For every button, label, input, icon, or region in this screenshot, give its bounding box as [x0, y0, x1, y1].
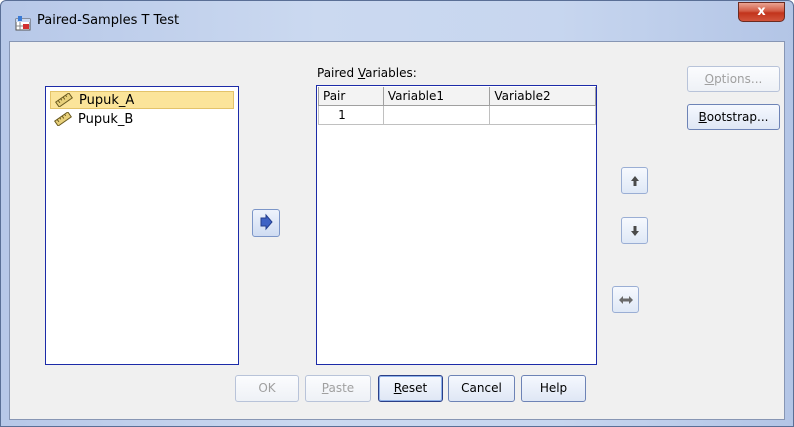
dialog-body: Pupuk_A Pupuk_B Paired Variables: Pair V…: [9, 41, 785, 420]
move-right-arrow-icon: [260, 213, 273, 231]
column-header-variable1: Variable1: [382, 87, 491, 106]
column-header-variable2: Variable2: [489, 87, 596, 106]
up-arrow-icon: [630, 175, 639, 186]
spss-app-icon: [15, 15, 31, 31]
pairs-grid: Pair Variable1 Variable2 1: [318, 87, 596, 125]
scale-variable-icon: [54, 111, 72, 127]
move-up-button[interactable]: [621, 167, 648, 194]
variable-item-pupuk-a[interactable]: Pupuk_A: [50, 91, 234, 109]
close-icon: x: [757, 4, 766, 19]
dialog-window: Paired-Samples T Test x Pupuk_A Pupuk_B …: [0, 0, 794, 427]
move-down-button[interactable]: [621, 217, 648, 244]
variable-label: Pupuk_B: [78, 112, 134, 127]
cancel-button[interactable]: Cancel: [448, 375, 515, 402]
scale-variable-icon: [55, 92, 73, 108]
swap-horizontal-icon: [618, 295, 633, 304]
paired-variables-label: Paired Variables:: [317, 66, 417, 80]
reset-button[interactable]: Reset: [378, 375, 443, 402]
column-header-pair: Pair: [318, 87, 384, 106]
paired-variables-table[interactable]: Pair Variable1 Variable2 1: [316, 85, 597, 365]
paste-button[interactable]: Paste: [305, 375, 371, 402]
bootstrap-button[interactable]: Bootstrap...: [687, 104, 780, 130]
table-row[interactable]: 1: [318, 105, 596, 125]
title-bar[interactable]: Paired-Samples T Test x: [1, 1, 793, 41]
variable-label: Pupuk_A: [79, 93, 135, 108]
down-arrow-icon: [630, 225, 639, 236]
help-button[interactable]: Help: [521, 375, 586, 402]
pair-number-cell: 1: [318, 105, 384, 125]
close-button[interactable]: x: [738, 2, 785, 22]
swap-variables-button[interactable]: [612, 286, 639, 313]
ok-button[interactable]: OK: [235, 375, 299, 402]
variable-item-pupuk-b[interactable]: Pupuk_B: [50, 111, 234, 129]
source-variable-list[interactable]: Pupuk_A Pupuk_B: [45, 86, 239, 365]
move-to-paired-button[interactable]: [252, 209, 280, 237]
options-button[interactable]: Options...: [687, 66, 780, 92]
variable1-cell[interactable]: [382, 105, 491, 125]
window-title: Paired-Samples T Test: [37, 13, 180, 28]
table-header-row: Pair Variable1 Variable2: [318, 87, 596, 106]
variable2-cell[interactable]: [489, 105, 596, 125]
